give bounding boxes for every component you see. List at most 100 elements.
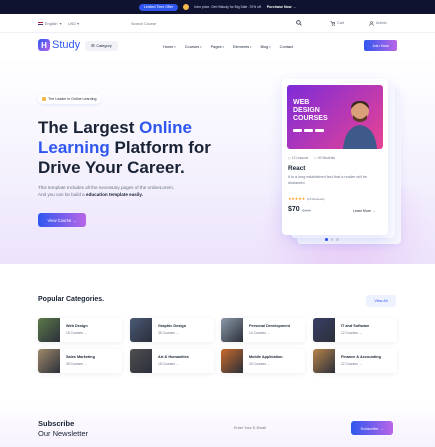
category-image	[130, 318, 152, 342]
category-name: Personal Development	[249, 324, 290, 328]
lessons-count: ▢ 12 Lessons	[288, 156, 309, 160]
nav-item-pages[interactable]: Pages	[211, 44, 224, 49]
utility-bar: English ▾ USD ▾ Cart Admin	[0, 14, 435, 33]
course-description: It is a long established fact that a rea…	[288, 175, 367, 185]
category-label: Category	[96, 43, 112, 48]
join-now-button[interactable]: Join Now	[364, 39, 397, 51]
nav-item-contact[interactable]: Contact	[280, 44, 293, 49]
thumbnail-title-line2: DESIGN	[293, 107, 320, 114]
instructor-photo	[343, 101, 377, 149]
nav-item-courses[interactable]: Courses	[185, 44, 202, 49]
promo-text: Intro price. Get Histudy for Big Sale -7…	[194, 5, 262, 9]
category-card-mobile-application[interactable]: Mobile Application 40 Courses →	[221, 349, 305, 373]
category-button[interactable]: ⊞ Category	[85, 40, 118, 51]
category-image	[313, 349, 335, 373]
category-count: 15 Courses →	[158, 362, 180, 366]
promo-badge: Limited Time Offer	[138, 3, 179, 11]
course-card[interactable]: WEB DESIGN COURSES ▢ 12 Lessons ⚇ 50 Stu…	[282, 79, 388, 235]
nav-menu: Home Courses Pages Elements Blog Contact	[163, 44, 293, 49]
nav-item-home[interactable]: Home	[163, 44, 176, 49]
course-old-price: $120	[302, 208, 311, 213]
category-count: 22 Courses →	[341, 362, 363, 366]
thumbnail-title-line3: COURSES	[293, 115, 328, 122]
category-name: Sales Marketing	[66, 355, 95, 359]
categories-title: Popular Categories.	[38, 296, 105, 303]
hero-badge-text: The Leader in Online Learning	[48, 97, 97, 101]
cart-icon	[330, 20, 335, 26]
course-meta: ▢ 12 Lessons ⚇ 50 Students	[288, 156, 335, 160]
nav-item-blog[interactable]: Blog	[261, 44, 271, 49]
category-card-sales-marketing[interactable]: Sales Marketing 35 Courses →	[38, 349, 122, 373]
purchase-link[interactable]: Purchase Now →	[267, 5, 296, 9]
category-count: 35 Courses →	[158, 331, 180, 335]
view-course-button[interactable]: View Course →	[38, 213, 86, 227]
course-thumbnail[interactable]: WEB DESIGN COURSES	[287, 85, 383, 149]
category-name: Web Design	[66, 324, 88, 328]
carousel-dot[interactable]	[336, 238, 339, 241]
logo[interactable]: H Study	[38, 39, 80, 51]
category-image	[221, 318, 243, 342]
promo-bar: Limited Time Offer Intro price. Get Hist…	[0, 0, 435, 14]
category-card-it-software[interactable]: IT and Software 12 Courses →	[313, 318, 397, 342]
course-rating: ★★★★★ (15 Reviews)	[288, 196, 325, 202]
currency-selector[interactable]: USD ▾	[68, 21, 79, 26]
cart-label: Cart	[337, 21, 345, 25]
language-label: English	[45, 21, 58, 26]
nav-item-elements[interactable]: Elements	[233, 44, 252, 49]
newsletter-subtitle: Our Newsletter	[38, 429, 89, 438]
currency-label: USD	[68, 22, 77, 26]
search-icon[interactable]	[296, 20, 302, 26]
main-nav: H Study ⊞ Category Home Courses Pages El…	[0, 33, 435, 58]
newsletter-title: Subscribe	[38, 419, 75, 428]
students-count: ⚇ 50 Students	[314, 156, 335, 160]
review-count: (15 Reviews)	[307, 196, 325, 201]
logo-mark: H	[38, 39, 50, 51]
admin-label: Admin	[376, 21, 387, 25]
language-selector[interactable]: English ▾	[38, 21, 61, 26]
flag-icon	[38, 21, 43, 26]
category-name: Finance & Accounting	[341, 355, 381, 359]
hero-description-bold: education template easily.	[86, 192, 143, 197]
course-title[interactable]: React	[288, 165, 305, 172]
category-count: 15 Courses →	[66, 331, 88, 335]
hero-badge: The Leader in Online Learning	[38, 94, 101, 104]
thumbnail-chips	[293, 129, 324, 132]
carousel-dots	[325, 238, 339, 241]
category-name: Mobile Application	[249, 355, 283, 359]
learn-more-link[interactable]: Learn More →	[353, 209, 375, 213]
hero-section: The Leader in Online Learning The Larges…	[0, 58, 435, 264]
carousel-dot[interactable]	[330, 238, 333, 241]
course-price: $70	[288, 206, 300, 213]
grid-icon: ⊞	[91, 44, 95, 48]
star-icons: ★★★★★	[288, 197, 306, 201]
category-card-finance-accounting[interactable]: Finance & Accounting 22 Courses →	[313, 349, 397, 373]
chevron-down-icon: ▾	[59, 22, 62, 26]
admin-button[interactable]: Admin	[369, 20, 387, 26]
hand-icon	[183, 4, 190, 10]
category-card-art-humanities[interactable]: Art & Humanities 15 Courses →	[130, 349, 214, 373]
logo-text: Study	[52, 39, 81, 51]
category-image	[313, 318, 335, 342]
user-icon	[369, 20, 374, 26]
category-card-web-design[interactable]: Web Design 15 Courses →	[38, 318, 122, 342]
lessons-label: 12 Lessons	[291, 156, 309, 160]
category-count: 12 Courses →	[341, 331, 363, 335]
hero-description-line1: This template Includes all the necessary…	[38, 185, 175, 190]
search-input[interactable]	[131, 20, 306, 28]
category-count: 40 Courses →	[249, 362, 271, 366]
subscribe-button[interactable]: Subscribe →	[351, 421, 393, 435]
category-count: 35 Courses →	[66, 362, 88, 366]
category-card-graphic-design[interactable]: Graphic Design 35 Courses →	[130, 318, 214, 342]
cart-button[interactable]: Cart	[330, 20, 345, 26]
hero-title-highlight-online: Online	[139, 118, 192, 137]
hero-title: The Largest Online Learning Platform for …	[38, 118, 253, 178]
view-all-button[interactable]: View All	[366, 295, 396, 307]
hero-description-line2: And you can be build a	[38, 192, 87, 197]
newsletter-section: Subscribe Our Newsletter Subscribe →	[0, 400, 435, 447]
hero-title-highlight-learning: Learning	[38, 138, 110, 157]
thumbnail-title: WEB DESIGN COURSES	[293, 99, 328, 123]
category-image	[221, 349, 243, 373]
category-card-personal-development[interactable]: Personal Development 14 Courses →	[221, 318, 305, 342]
carousel-dot-active[interactable]	[325, 238, 328, 241]
email-field[interactable]	[230, 421, 350, 435]
